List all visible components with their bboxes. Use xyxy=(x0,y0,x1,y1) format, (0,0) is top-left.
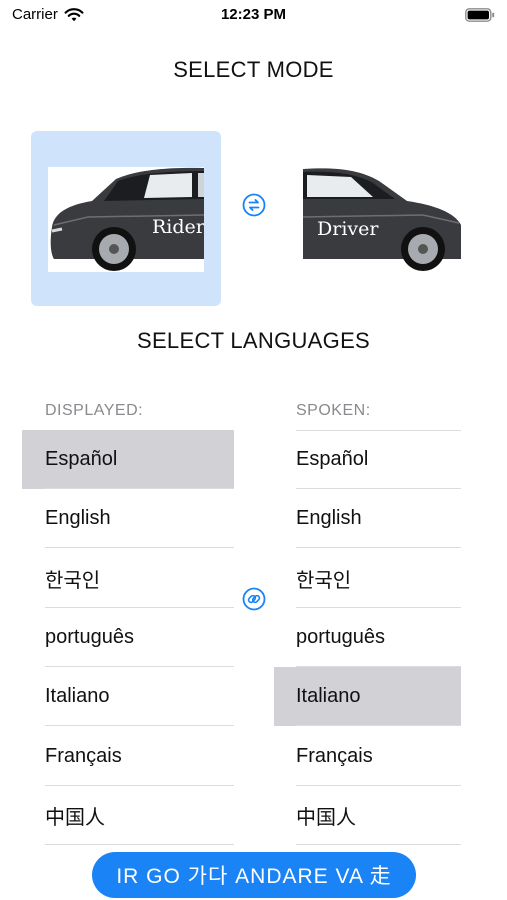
spoken-language-item[interactable]: Español xyxy=(296,430,461,489)
spoken-language-label: português xyxy=(296,625,385,648)
status-time: 12:23 PM xyxy=(220,6,287,23)
spoken-language-item[interactable]: Italiano xyxy=(274,667,461,727)
status-bar: Carrier 12:23 PM xyxy=(0,0,507,32)
link-icon[interactable] xyxy=(242,587,266,611)
spoken-language-label: 中国人 xyxy=(296,806,356,829)
displayed-language-label: Español xyxy=(45,448,118,470)
displayed-language-label: Italiano xyxy=(45,685,110,708)
row-separator xyxy=(296,843,461,845)
select-mode-title: SELECT MODE xyxy=(173,57,334,82)
displayed-language-item[interactable]: 中国人 xyxy=(45,786,234,845)
select-languages-title: SELECT LANGUAGES xyxy=(136,328,371,353)
displayed-language-item[interactable]: Italiano xyxy=(45,667,234,727)
rider-car-image: Rider xyxy=(48,167,204,272)
spoken-language-item[interactable]: 中国人 xyxy=(296,786,461,845)
spoken-language-item[interactable]: 한국인 xyxy=(296,549,461,608)
driver-car-image: Driver xyxy=(303,167,461,272)
spoken-language-label: English xyxy=(296,507,362,530)
spoken-language-item[interactable]: Français xyxy=(296,727,461,786)
spoken-header: SPOKEN: xyxy=(296,402,371,419)
driver-mode-card[interactable]: Driver xyxy=(303,131,461,306)
displayed-language-item[interactable]: Français xyxy=(45,727,234,786)
displayed-language-label: Français xyxy=(45,744,122,767)
spoken-language-label: Español xyxy=(296,448,369,470)
row-separator xyxy=(45,843,234,845)
spoken-language-item[interactable]: English xyxy=(296,489,461,549)
displayed-language-item[interactable]: português xyxy=(45,608,234,667)
displayed-language-label: 中国人 xyxy=(45,806,105,829)
battery-icon xyxy=(465,8,495,22)
displayed-language-label: português xyxy=(45,625,134,648)
displayed-language-item[interactable]: English xyxy=(45,489,234,549)
rider-car-label: Rider xyxy=(152,216,204,238)
displayed-header: DISPLAYED: xyxy=(45,402,144,419)
displayed-language-item[interactable]: Español xyxy=(22,430,234,489)
go-button[interactable]: IR GO 가다 ANDARE VA 走 xyxy=(92,852,416,898)
displayed-language-item[interactable]: 한국인 xyxy=(45,549,234,608)
swap-arrows-icon[interactable] xyxy=(242,193,266,217)
spoken-language-label: Italiano xyxy=(296,685,361,708)
spoken-language-label: 한국인 xyxy=(296,569,352,592)
displayed-language-label: 한국인 xyxy=(45,569,101,592)
driver-car-label: Driver xyxy=(317,218,379,240)
displayed-language-label: English xyxy=(45,507,111,530)
rider-mode-card[interactable]: Rider xyxy=(31,131,221,306)
spoken-language-label: Français xyxy=(296,744,373,767)
spoken-language-item[interactable]: português xyxy=(296,608,461,667)
